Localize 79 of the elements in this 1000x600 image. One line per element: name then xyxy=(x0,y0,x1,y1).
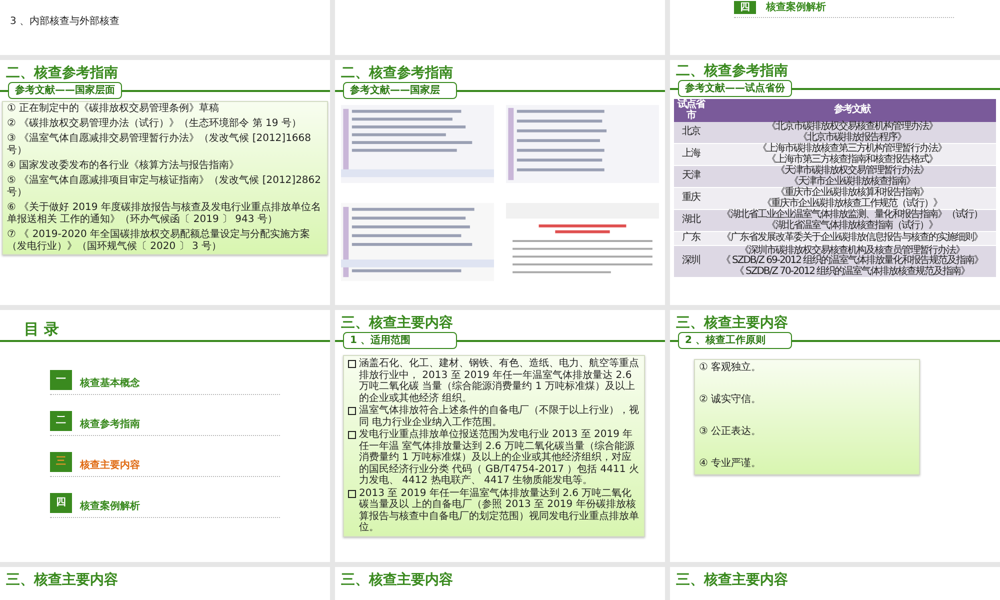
section-number: 一 xyxy=(50,370,72,390)
table-cell: 重庆 xyxy=(674,188,708,210)
slide-title: 三、核查主要内容 xyxy=(340,570,454,589)
table-cell-text: 《上海市碳排放核查第三方机构管理暂行办法》 xyxy=(756,144,948,154)
body-text: 3 、内部核查与外部核查 xyxy=(9,14,121,28)
bullet-text: 发电行业重点排放单位报送范围为发电行业 2013 至 2019 年任一年温 室气体排放量达到 2.6 万吨二氧化碳当量（综合能源消费量约 1 万吨标准煤）及以上的企业或其他经济组织，对应的国民经济行业分类 代码（ GB/T4754-2017 ）包括 4411 火力发电、 4412 热电联产、 4417 生物质能发电等。 xyxy=(359,429,640,486)
table-cell-text: 《重庆市企业碳排放核查工作规范（试行）》 xyxy=(761,198,943,208)
list-item: ⑦ 《 2019-2020 年全国碳排放权交易配额总量设定与分配实施方案（发电行业）》（国环规气候〔 2020 〕 3 号） xyxy=(7,229,312,253)
table-cell-text: 《上海市第三方核查指南和核查报告格式》 xyxy=(766,154,938,164)
table-cell: 天津 xyxy=(674,166,708,188)
table-cell-text: 《 SZDB/Z 70-2012 组织的温室气体排放核查规范及指南》 xyxy=(733,266,971,277)
list-item: ① 正在制定中的《碳排放权交易管理条例》草稿 xyxy=(7,103,220,115)
list-item: ⑥ 《关于做好 2019 年度碳排放报告与核查及发电行业重点排放单位名单报送相关 工作的通知》（环办气候函〔 2019 〕 943 号） xyxy=(7,202,322,226)
slide-thumbnail[interactable]: 3 、内部核查与外部核查 xyxy=(0,0,330,55)
bullet-icon xyxy=(348,490,356,498)
table-cell-text: 《北京市碳排放权交易核查机构管理办法》 xyxy=(766,122,938,132)
section-link[interactable]: 核查主要内容 xyxy=(80,458,140,472)
table-cell: 深圳 xyxy=(674,245,708,278)
slide-thumbnail[interactable] xyxy=(335,310,665,562)
slide-title: 目 录 xyxy=(0,310,330,342)
list-item: ② 《碳排放权交易管理办法（试行）》（生态环境部令 第 19 号） xyxy=(7,118,302,130)
column-header: 试点省市 xyxy=(674,99,708,122)
slide-thumbnail[interactable]: 三、核查主要内容 xyxy=(670,567,1000,600)
table-cell: 广东 xyxy=(674,232,708,245)
section-heading: 参考文献——试点省份 xyxy=(678,80,792,97)
table-cell-text: 《湖北省温室气体排放核查指南（试行）》 xyxy=(766,220,938,231)
slide-title: 三、核查主要内容 xyxy=(5,570,119,589)
bullet-icon xyxy=(348,431,356,439)
list-item: ① 客观独立。 xyxy=(699,362,762,374)
table-cell-text: 《重庆市企业碳排放核算和报告指南》 xyxy=(776,188,930,198)
slide-title: 三、核查主要内容 xyxy=(675,570,789,589)
table-cell: 湖北 xyxy=(674,210,708,232)
table-cell-text: 《天津市碳排放权交易管理暂行办法》 xyxy=(774,166,930,176)
table-cell-text: 《广东省发展改革委关于企业碳排放信息报告与核查的实施细则》 xyxy=(720,233,984,244)
bullet-text: 温室气体排放符合上述条件的自备电厂（不限于以上行业），视同 电力行业企业纳入工作范围。 xyxy=(359,405,640,428)
slide-title: 三、核查主要内容 xyxy=(675,314,789,332)
section-link[interactable]: 核查案例解析 xyxy=(80,499,140,513)
section-number: 四 xyxy=(50,493,72,513)
section-heading: 参考文献——国家层 xyxy=(343,82,457,99)
table-cell-text: 《深圳市碳排放权交易核查机构及核查员管理暂行办法》 xyxy=(738,246,964,256)
bullet-text: 2013 至 2019 年任一年温室气体排放量达到 2.6 万吨二氧化碳当量及以 上的自备电厂（参照 2013 至 2019 年份碳排放核算报告与核查中自备电厂的划定范围）视同发电行业重点排放单位。 xyxy=(359,488,640,534)
section-link[interactable]: 核查参考指南 xyxy=(80,417,140,431)
slide-thumbnail[interactable] xyxy=(670,60,1000,305)
table-cell-text: 《天津市企业碳排放核查指南》 xyxy=(788,176,916,186)
slide-title: 三、核查主要内容 xyxy=(340,314,454,332)
slide-title: 二、核查参考指南 xyxy=(5,64,119,82)
slide-thumbnail[interactable]: 目 录 一 核查基本概念 二 核查参考指南 三 核查主要内容 四 核查案例解析 xyxy=(0,310,330,562)
slide-thumbnail[interactable]: 三、核查主要内容 2 、核查工作原则 ① 客观独立。 ② 诚实守信。 ③ 公正表达。 ④ 专业严谨。 xyxy=(670,310,1000,562)
list-item: ③ 公正表达。 xyxy=(699,426,762,438)
section-label: 核查案例解析 xyxy=(766,0,826,14)
list-item: ③ 《温室气体自愿减排交易管理暂行办法》（发改气候 [2012]1668 号） xyxy=(7,133,312,157)
list-item: ② 诚实守信。 xyxy=(699,394,762,406)
bullet-icon xyxy=(348,407,356,415)
section-link[interactable]: 核查基本概念 xyxy=(80,376,140,390)
list-item: ④ 专业严谨。 xyxy=(699,458,762,470)
bullet-icon xyxy=(348,360,356,368)
section-number: 二 xyxy=(50,411,72,431)
list-item: ⑤ 《温室气体自愿减排项目审定与核证指南》（发改气候 [2012]2862 号） xyxy=(7,175,322,199)
slide-thumbnail[interactable] xyxy=(335,0,665,55)
bullet-text: 涵盖石化、化工、建材、钢铁、有色、造纸、电力、航空等重点排放行业中， 2013 至 2019 年任一年温室气体排放量达 2.6 万吨二氧化碳 当量（综合能源消费量约 1 万吨标准煤）及以上的企业或其他经济 组织。 xyxy=(359,358,640,404)
table-cell-text: 《湖北省工业企业温室气体排放监测、量化和报告指南》（试行） xyxy=(720,210,984,220)
column-header: 参考文献 xyxy=(708,99,996,122)
slide-thumbnail[interactable]: 四 核查案例解析 xyxy=(670,0,1000,55)
table-cell: 上海 xyxy=(674,144,708,166)
list-item: ④ 国家发改委发布的各行业《核算方法与报告指南》 xyxy=(7,160,240,172)
section-number: 四 xyxy=(734,0,756,14)
slide-thumbnail[interactable] xyxy=(0,60,330,305)
slide-title: 二、核查参考指南 xyxy=(675,62,789,80)
slide-thumbnail[interactable]: 三、核查主要内容 xyxy=(335,567,665,600)
table-cell: 北京 xyxy=(674,122,708,144)
section-heading: 1 、适用范围 xyxy=(343,332,457,349)
table-cell-text: 《 SZDB/Z 69-2012 组织的温室气体排放量化和报告规范及指南》 xyxy=(720,256,984,266)
section-number: 三 xyxy=(50,452,72,472)
slide-title: 二、核查参考指南 xyxy=(340,64,454,82)
slide-thumbnail[interactable]: 三、核查主要内容 xyxy=(0,567,330,600)
section-heading: 参考文献——国家层面 xyxy=(8,82,122,99)
slide-thumbnail[interactable]: 二、核查参考指南 参考文献——国家层 xyxy=(335,60,665,305)
table-cell-text: 《北京市碳排放报告程序》 xyxy=(797,132,907,142)
section-heading: 2 、核查工作原则 xyxy=(678,332,792,349)
